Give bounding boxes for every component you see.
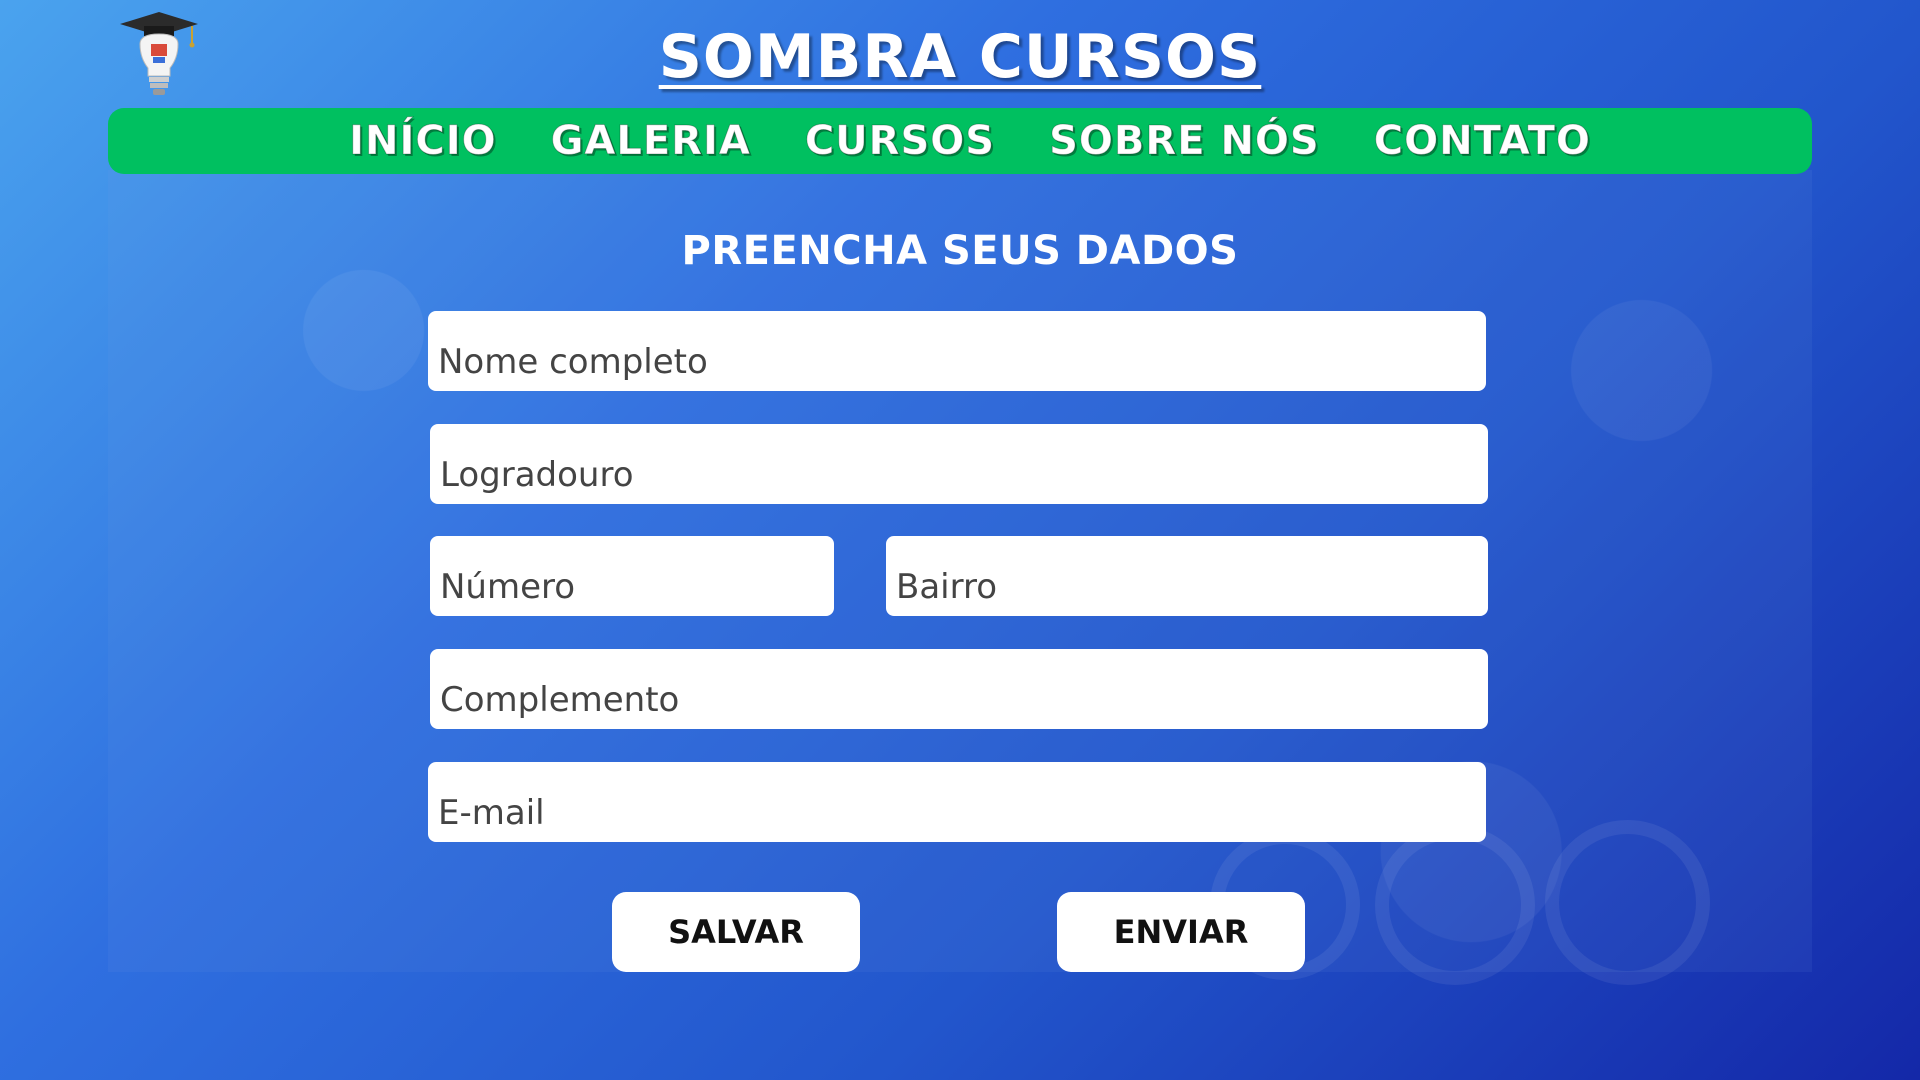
nav-item-sobre-nos[interactable]: SOBRE NÓS (1049, 118, 1320, 165)
decorative-ring (1545, 820, 1710, 985)
site-title: SOMBRA CURSOS (658, 22, 1262, 92)
bairro-input[interactable] (886, 536, 1488, 616)
nav-item-contato[interactable]: CONTATO (1373, 118, 1591, 165)
nav-item-cursos[interactable]: CURSOS (804, 118, 995, 165)
form-heading: PREENCHA SEUS DADOS (681, 228, 1239, 274)
logradouro-input[interactable] (430, 424, 1488, 504)
email-input[interactable] (428, 762, 1486, 842)
salvar-button[interactable]: SALVAR (612, 892, 860, 972)
nav-item-galeria[interactable]: GALERIA (550, 118, 751, 165)
main-navbar: INÍCIO GALERIA CURSOS SOBRE NÓS CONTATO (108, 108, 1812, 174)
enviar-button[interactable]: ENVIAR (1057, 892, 1305, 972)
numero-input[interactable] (430, 536, 834, 616)
complemento-input[interactable] (430, 649, 1488, 729)
nome-completo-input[interactable] (428, 311, 1486, 391)
nav-item-inicio[interactable]: INÍCIO (349, 118, 496, 165)
decorative-ring (1375, 825, 1535, 985)
